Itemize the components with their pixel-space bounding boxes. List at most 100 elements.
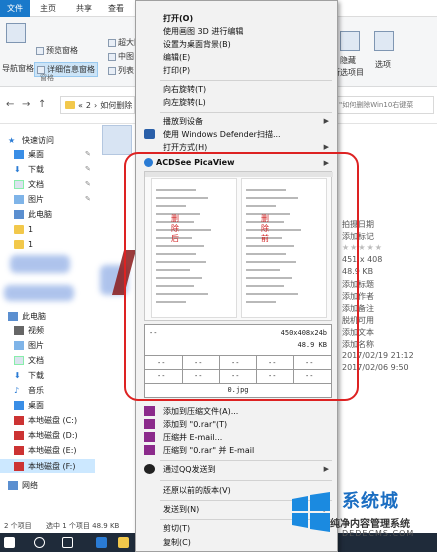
nav-pictures-pc[interactable]: 图片: [14, 340, 44, 351]
list-icon: [108, 66, 116, 75]
tab-home[interactable]: 主页: [36, 2, 60, 16]
menu-separator: [160, 480, 332, 481]
preview-pane-label: 预览窗格: [46, 46, 78, 55]
menu-add-to-rar[interactable]: 添加到 "0.rar"(T): [163, 419, 227, 430]
tab-share[interactable]: 共享: [72, 2, 96, 16]
back-arrow-icon[interactable]: ←: [6, 99, 14, 110]
task-view-icon[interactable]: [62, 537, 73, 548]
nav-label: 文档: [28, 356, 44, 365]
nav-desktop-pc[interactable]: 桌面: [14, 400, 44, 411]
nav-drive-c[interactable]: 本地磁盘 (C:): [14, 415, 77, 426]
chevron-left-icon[interactable]: «: [78, 101, 83, 110]
pin-icon[interactable]: ✎: [85, 180, 91, 188]
menu-open[interactable]: 打开(O): [163, 13, 193, 24]
nav-drive-e[interactable]: 本地磁盘 (E:): [14, 445, 77, 456]
pin-icon[interactable]: ✎: [85, 165, 91, 173]
list-button[interactable]: 列表: [108, 65, 134, 76]
nav-label: 本地磁盘 (F:): [28, 461, 76, 471]
start-icon[interactable]: [4, 537, 15, 548]
nav-pane-icon[interactable]: [6, 23, 26, 43]
drive-icon: [14, 461, 24, 471]
winrar-icon: [144, 406, 155, 416]
nav-folder-1a[interactable]: 1: [14, 225, 33, 234]
qq-icon: [144, 464, 155, 474]
nav-this-pc-pinned[interactable]: 此电脑: [14, 209, 52, 220]
drive-icon: [14, 416, 24, 425]
menu-set-background[interactable]: 设置为桌面背景(B): [163, 39, 231, 50]
menu-defender-scan[interactable]: 使用 Windows Defender扫描...: [163, 129, 281, 140]
options-label[interactable]: 选项: [375, 59, 391, 70]
document-icon: [14, 180, 24, 189]
document-icon: [14, 356, 24, 365]
nav-label: 下载: [28, 165, 44, 174]
search-input[interactable]: "如何删除Win10右键菜: [334, 96, 434, 114]
nav-label: 文档: [28, 180, 44, 189]
chevron-right-icon: ▶: [323, 465, 329, 473]
pin-icon[interactable]: ✎: [85, 150, 91, 158]
menu-restore-previous[interactable]: 还原以前的版本(V): [163, 485, 231, 496]
menu-send-to[interactable]: 发送到(N): [163, 504, 199, 515]
search-icon[interactable]: [34, 537, 45, 548]
forward-arrow-icon[interactable]: →: [22, 99, 30, 110]
address-input[interactable]: « 2 › 如何删除: [60, 96, 135, 114]
preview-pane-button[interactable]: 预览窗格: [36, 45, 78, 56]
nav-network[interactable]: 网络: [8, 480, 38, 491]
tab-view[interactable]: 查看: [104, 2, 128, 16]
menu-rotate-left[interactable]: 向左旋转(L): [163, 97, 206, 108]
up-arrow-icon[interactable]: ↑: [38, 99, 46, 110]
tab-file[interactable]: 文件: [0, 0, 30, 17]
drive-icon: [14, 446, 24, 455]
nav-documents-pc[interactable]: 文档: [14, 355, 44, 366]
nav-desktop[interactable]: 桌面: [14, 149, 44, 160]
nav-downloads[interactable]: ⬇ 下载: [14, 164, 44, 175]
nav-documents[interactable]: 文档: [14, 179, 44, 190]
nav-pane-button[interactable]: 导航窗格: [2, 63, 34, 74]
menu-compress-rar-email[interactable]: 压缩到 "0.rar" 并 E-mail: [163, 445, 254, 456]
nav-drive-d[interactable]: 本地磁盘 (D:): [14, 430, 78, 441]
nav-downloads-pc[interactable]: ⬇ 下载: [14, 370, 44, 381]
menu-send-via-qq[interactable]: 通过QQ发送到: [163, 464, 216, 475]
medium-icons-button[interactable]: 中图: [108, 51, 134, 62]
blurred-region: [10, 255, 70, 273]
edge-icon[interactable]: [96, 537, 107, 548]
menu-edit-3d[interactable]: 使用画图 3D 进行编辑: [163, 26, 243, 37]
menu-cast-to-device[interactable]: 播放到设备: [163, 116, 203, 127]
nav-folder-1b[interactable]: 1: [14, 240, 33, 249]
menu-cut[interactable]: 剪切(T): [163, 523, 190, 534]
menu-print[interactable]: 打印(P): [163, 65, 190, 76]
breadcrumb-parent[interactable]: 2: [86, 101, 91, 110]
hide-selected-icon[interactable]: [340, 31, 360, 51]
menu-copy[interactable]: 复制(C): [163, 537, 191, 548]
nav-music[interactable]: ♪ 音乐: [14, 385, 44, 396]
folder-icon: [14, 225, 24, 234]
breadcrumb-current[interactable]: 如何删除: [100, 100, 132, 111]
computer-icon: [14, 210, 24, 219]
menu-add-to-archive[interactable]: 添加到压缩文件(A)...: [163, 406, 238, 417]
nav-quick-access[interactable]: ★ 快速访问: [8, 135, 54, 146]
details-pane-label: 详细信息窗格: [47, 65, 95, 74]
hide-label: 隐藏: [340, 56, 356, 65]
pane-group-label: 窗格: [40, 74, 54, 82]
nav-videos[interactable]: 视频: [14, 325, 44, 336]
nav-label: 图片: [28, 195, 44, 204]
highlight-ring: [124, 152, 359, 401]
medium-icons-label: 中图: [118, 52, 134, 61]
windows-logo-icon: [292, 492, 330, 532]
nav-label: 本地磁盘 (E:): [28, 446, 77, 455]
download-icon: ⬇: [14, 371, 21, 380]
nav-this-pc[interactable]: 此电脑: [8, 311, 46, 322]
menu-compress-email[interactable]: 压缩并 E-mail...: [163, 432, 222, 443]
options-icon[interactable]: [374, 31, 394, 51]
list-label: 列表: [118, 66, 134, 75]
nav-pictures[interactable]: 图片: [14, 194, 44, 205]
winrar-icon: [144, 445, 155, 455]
explorer-icon[interactable]: [118, 537, 129, 548]
menu-separator: [160, 80, 332, 81]
pin-icon[interactable]: ✎: [85, 195, 91, 203]
menu-rotate-right[interactable]: 向右旋转(T): [163, 84, 206, 95]
file-thumbnail[interactable]: [102, 125, 132, 155]
menu-edit[interactable]: 编辑(E): [163, 52, 190, 63]
nav-drive-f[interactable]: 本地磁盘 (F:): [0, 459, 95, 473]
menu-separator: [160, 112, 332, 113]
screenshot: 文件 主页 共享 查看 导航窗格 预览窗格 详细信息窗格 窗格 超大图 中图 列…: [0, 0, 437, 552]
